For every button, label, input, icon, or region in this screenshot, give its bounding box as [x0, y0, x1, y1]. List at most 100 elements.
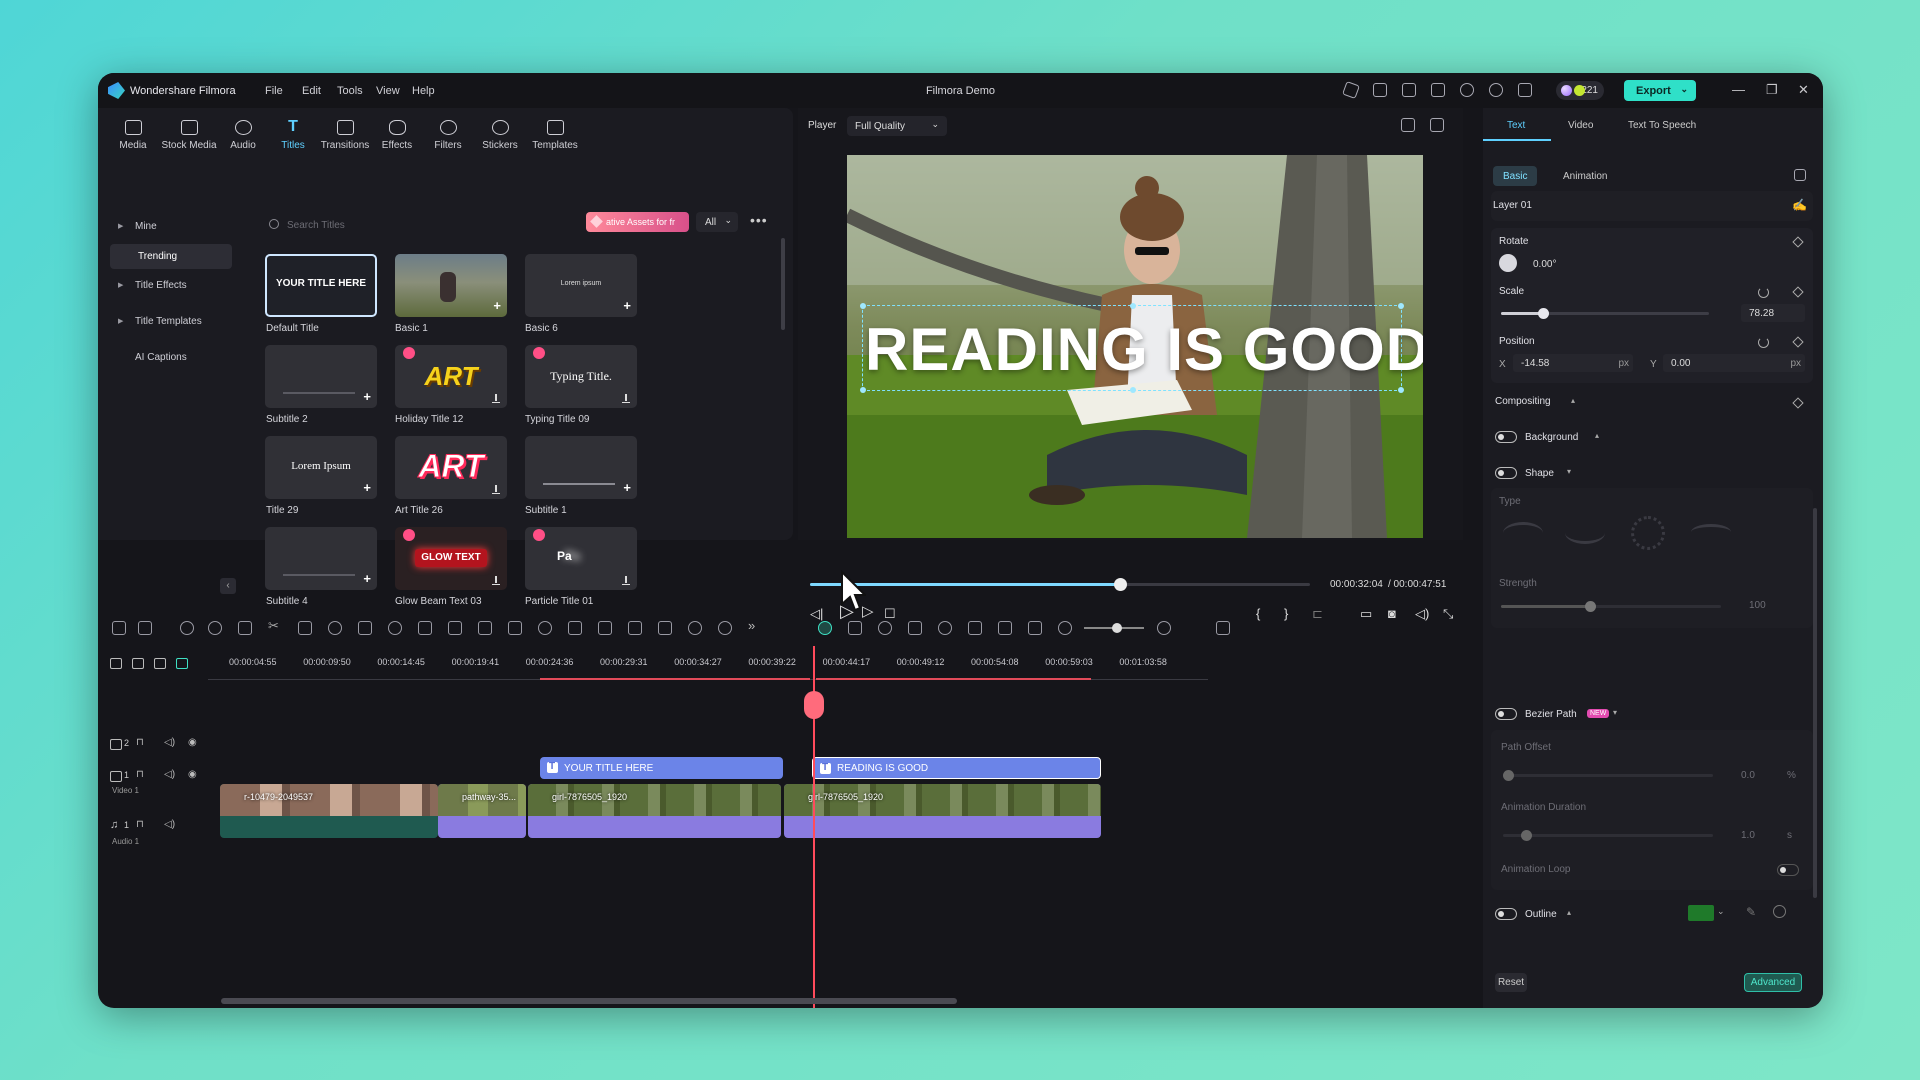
chevron-up-icon[interactable]: ▴	[1567, 908, 1571, 917]
scale-slider[interactable]	[1501, 308, 1709, 319]
sidebar-item-title-templates[interactable]: ▶ Title Templates	[110, 309, 232, 334]
download-icon[interactable]	[622, 394, 630, 403]
quality-dropdown[interactable]: Full Quality ⌄	[847, 116, 947, 136]
export-button[interactable]: Export ⌄	[1624, 80, 1696, 101]
tab-text[interactable]: Text	[1507, 120, 1525, 131]
resize-handle[interactable]	[1398, 303, 1404, 309]
mute-icon[interactable]: ◁)	[164, 769, 175, 780]
resize-handle[interactable]	[1130, 387, 1136, 393]
shape-toggle[interactable]	[1495, 467, 1517, 479]
tab-video[interactable]: Video	[1568, 120, 1593, 131]
menu-file[interactable]: File	[265, 85, 283, 97]
reset-button[interactable]: Reset	[1495, 973, 1527, 992]
stabilize-icon[interactable]	[598, 621, 612, 635]
overlay-title-text[interactable]: READING IS GOOD	[865, 315, 1423, 384]
text-to-speech-icon[interactable]	[968, 621, 982, 635]
send-icon[interactable]	[1342, 81, 1360, 99]
silence-detect-icon[interactable]	[718, 621, 732, 635]
resize-handle[interactable]	[1130, 303, 1136, 309]
more-tools-icon[interactable]: »	[748, 618, 762, 633]
title-card-particle-01[interactable]: Pa	[525, 527, 637, 590]
tool-filters[interactable]: Filters	[419, 114, 477, 151]
shape-arc-up-icon[interactable]	[1503, 522, 1543, 544]
track-layout-icon[interactable]	[1216, 621, 1230, 635]
smart-cutout-icon[interactable]	[568, 621, 582, 635]
lock-icon[interactable]: ⊓	[136, 819, 144, 830]
position-y-field[interactable]: 0.00 px	[1663, 354, 1805, 372]
shape-circle-icon[interactable]	[1631, 516, 1665, 550]
menu-view[interactable]: View	[376, 85, 400, 97]
add-icon[interactable]: +	[623, 480, 631, 495]
credits-badge[interactable]: 221	[1556, 81, 1604, 100]
pip-icon[interactable]	[998, 621, 1012, 635]
ai-edit-icon[interactable]: ✍	[1792, 198, 1807, 212]
track-manager-icon[interactable]	[154, 658, 166, 669]
timeline-zoom-slider[interactable]	[1084, 623, 1144, 633]
timeline-scrollbar[interactable]	[221, 998, 957, 1004]
compositing-label[interactable]: Compositing	[1495, 396, 1551, 407]
freeze-frame-icon[interactable]	[418, 621, 432, 635]
video-clip[interactable]: girl-7876505_1920	[528, 784, 781, 838]
shape-arc-down-icon[interactable]	[1565, 522, 1605, 544]
maximize-icon[interactable]: ❐	[1766, 82, 1778, 98]
minimize-icon[interactable]: —	[1732, 82, 1745, 97]
save-icon[interactable]	[1431, 83, 1445, 97]
track-motion-icon[interactable]	[688, 621, 702, 635]
video-clip[interactable]: pathway-35...	[438, 784, 526, 838]
download-icon[interactable]	[492, 485, 500, 494]
timeline-zoom-knob[interactable]	[1112, 623, 1122, 633]
title-card-basic-1[interactable]: +	[395, 254, 507, 317]
snap-icon[interactable]	[818, 621, 832, 635]
sidebar-item-title-effects[interactable]: ▶ Title Effects	[110, 273, 232, 298]
rotate-dial[interactable]	[1499, 254, 1517, 272]
zoom-out-icon[interactable]	[1058, 621, 1072, 635]
sidebar-item-ai-captions[interactable]: AI Captions	[110, 345, 232, 370]
add-icon[interactable]: +	[363, 389, 371, 404]
creative-assets-promo[interactable]: ative Assets for fr	[586, 212, 689, 232]
title-card-subtitle-4[interactable]: +	[265, 527, 377, 590]
timeline-ruler[interactable]: 00:00:04:55 00:00:09:50 00:00:14:45 00:00:1…	[98, 653, 1483, 675]
undo-icon[interactable]	[180, 621, 194, 635]
redo-icon[interactable]	[208, 621, 222, 635]
shape-wave-icon[interactable]	[1691, 524, 1731, 540]
tool-titles[interactable]: T Titles	[264, 114, 322, 152]
resize-handle[interactable]	[860, 303, 866, 309]
download-icon[interactable]	[622, 576, 630, 585]
mute-icon[interactable]: ◁)	[164, 819, 175, 830]
keyframe-diamond-icon[interactable]	[1792, 397, 1804, 409]
zoom-clip-icon[interactable]	[328, 621, 342, 635]
mask-icon[interactable]	[508, 621, 522, 635]
chevron-down-icon[interactable]: ▾	[1613, 708, 1617, 717]
replace-icon[interactable]	[1028, 621, 1042, 635]
chevron-down-icon[interactable]: ▾	[1567, 467, 1571, 476]
title-card-art-26[interactable]: ART	[395, 436, 507, 499]
resize-handle[interactable]	[860, 387, 866, 393]
outline-color-swatch[interactable]	[1688, 905, 1714, 921]
microphone-icon[interactable]	[938, 621, 952, 635]
add-track-icon[interactable]	[110, 658, 122, 669]
more-options-icon[interactable]: •••	[750, 212, 768, 228]
tab-text-to-speech[interactable]: Text To Speech	[1628, 120, 1696, 131]
reset-icon[interactable]	[1758, 337, 1769, 348]
crop-icon[interactable]	[298, 621, 312, 635]
title-card-default[interactable]: YOUR TITLE HERE	[265, 254, 377, 317]
tool-templates[interactable]: Templates	[523, 114, 587, 151]
eye-icon[interactable]: ◉	[188, 769, 197, 780]
playback-progress[interactable]	[810, 578, 1310, 591]
add-icon[interactable]: +	[363, 571, 371, 586]
path-offset-slider-knob[interactable]	[1503, 770, 1514, 781]
media-library-icon[interactable]	[1373, 83, 1387, 97]
sidebar-item-mine[interactable]: ▶ Mine	[110, 214, 232, 239]
layout-grid-icon[interactable]	[112, 621, 126, 635]
scale-slider-knob[interactable]	[1537, 308, 1549, 319]
tool-effects[interactable]: Effects	[368, 114, 426, 151]
video-clip[interactable]: girl-7876505_1920	[784, 784, 1101, 838]
adjust-icon[interactable]	[478, 621, 492, 635]
select-tool-icon[interactable]	[138, 621, 152, 635]
title-card-subtitle-2[interactable]: +	[265, 345, 377, 408]
library-scrollbar[interactable]	[781, 238, 785, 330]
audio-stretch-icon[interactable]	[658, 621, 672, 635]
bezier-path-toggle[interactable]	[1495, 708, 1517, 720]
outline-toggle[interactable]	[1495, 908, 1517, 920]
keyframe-diamond-icon[interactable]	[1792, 236, 1804, 248]
